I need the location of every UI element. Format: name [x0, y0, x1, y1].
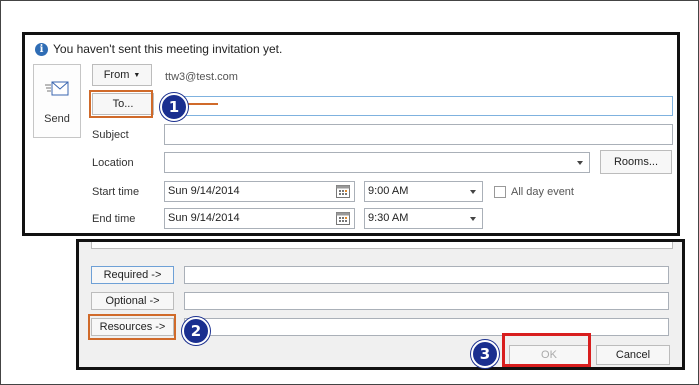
required-field[interactable]	[184, 266, 669, 284]
rooms-label: Rooms...	[613, 156, 658, 168]
from-label: From	[103, 69, 130, 81]
all-day-checkbox[interactable]	[494, 186, 506, 198]
chevron-down-icon: ▼	[133, 71, 141, 79]
callout-3: 3	[471, 340, 499, 368]
required-button[interactable]: Required ->	[91, 266, 174, 284]
calendar-icon[interactable]	[336, 212, 350, 225]
to-field[interactable]	[164, 96, 673, 116]
start-date-value: Sun 9/14/2014	[168, 185, 240, 197]
start-date-field[interactable]: Sun 9/14/2014	[164, 181, 355, 202]
from-address: ttw3@test.com	[165, 71, 238, 83]
optional-button[interactable]: Optional ->	[91, 292, 174, 310]
select-attendees-dialog: Required -> Optional -> Resources -> OK …	[76, 239, 685, 370]
end-time-value: 9:30 AM	[368, 212, 409, 224]
cancel-button[interactable]: Cancel	[596, 345, 670, 365]
chevron-down-icon	[577, 161, 583, 165]
chevron-down-icon	[470, 217, 476, 221]
rooms-button[interactable]: Rooms...	[600, 150, 672, 174]
to-button-highlight	[89, 90, 153, 118]
info-text: You haven't sent this meeting invitation…	[53, 42, 283, 56]
meeting-panel: i You haven't sent this meeting invitati…	[22, 32, 680, 236]
cancel-label: Cancel	[615, 349, 651, 361]
location-label: Location	[92, 157, 134, 169]
subject-field[interactable]	[164, 124, 673, 145]
info-icon: i	[35, 42, 48, 56]
start-time-label: Start time	[92, 186, 140, 198]
resources-field[interactable]	[184, 318, 669, 336]
start-time-field[interactable]: 9:00 AM	[364, 181, 483, 202]
envelope-icon	[45, 81, 69, 96]
optional-field[interactable]	[184, 292, 669, 310]
scroll-edge	[91, 242, 673, 249]
send-label: Send	[44, 113, 70, 125]
callout-2: 2	[182, 317, 210, 345]
end-time-field[interactable]: 9:30 AM	[364, 208, 483, 229]
callout-1: 1	[160, 93, 188, 121]
calendar-icon[interactable]	[336, 185, 350, 198]
subject-label: Subject	[92, 129, 129, 141]
location-field[interactable]	[164, 152, 590, 173]
info-bar: i You haven't sent this meeting invitati…	[35, 41, 282, 57]
resources-button-highlight	[88, 314, 176, 340]
start-time-value: 9:00 AM	[368, 185, 409, 197]
optional-label: Optional ->	[105, 295, 160, 307]
all-day-label: All day event	[511, 186, 574, 198]
end-date-value: Sun 9/14/2014	[168, 212, 240, 224]
send-button[interactable]: Send	[33, 64, 81, 138]
chevron-down-icon	[470, 190, 476, 194]
end-time-label: End time	[92, 213, 136, 225]
from-button[interactable]: From ▼	[92, 64, 152, 86]
ok-button-highlight	[502, 333, 591, 367]
required-label: Required ->	[103, 269, 162, 281]
end-date-field[interactable]: Sun 9/14/2014	[164, 208, 355, 229]
